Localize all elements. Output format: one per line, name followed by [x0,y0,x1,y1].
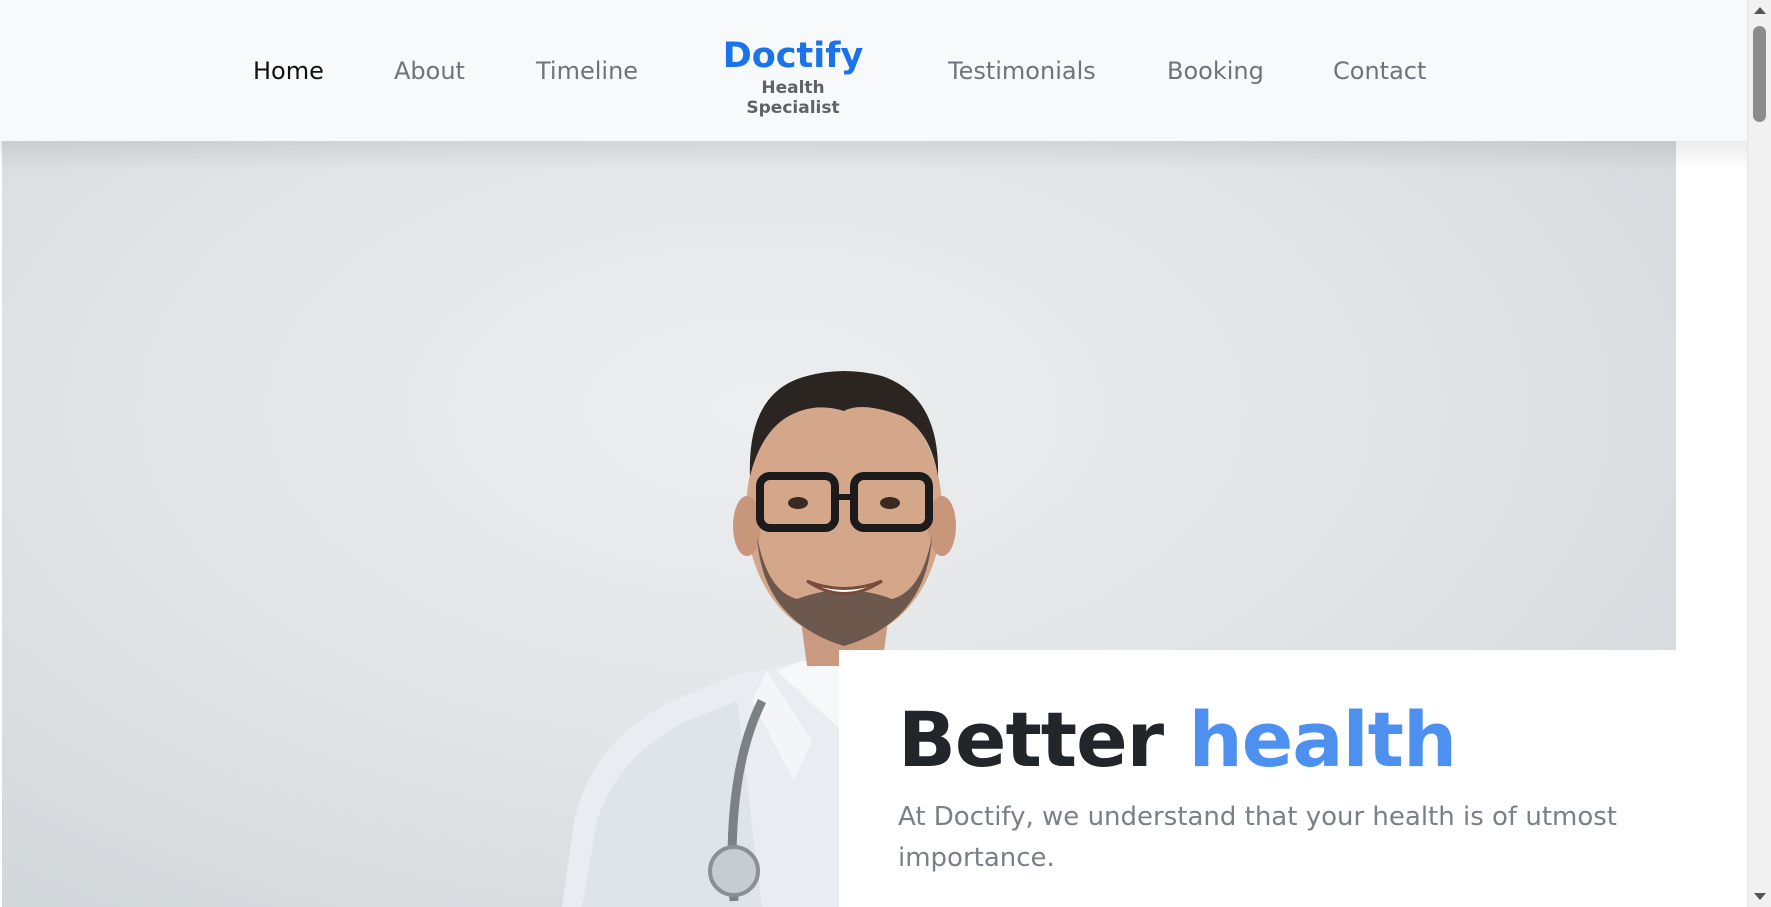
page-scrollbar[interactable] [1747,0,1771,907]
site-header: Home About Timeline Doctify Health Speci… [0,0,1747,141]
header-shadow [0,141,1747,171]
hero-title: Better health [898,695,1457,784]
hero-card: Better health At Doctify, we understand … [839,650,1676,907]
brand-tagline: Health Specialist [746,78,840,118]
hero-section: Better health At Doctify, we understand … [2,141,1676,907]
nav-about[interactable]: About [394,55,465,87]
hero-title-accent: health [1188,695,1457,784]
nav-booking[interactable]: Booking [1167,55,1264,87]
nav-timeline[interactable]: Timeline [536,55,638,87]
hero-title-main: Better [898,695,1164,784]
scroll-down-icon[interactable] [1754,893,1766,900]
brand-logo[interactable]: Doctify Health Specialist [713,34,873,118]
brand-name: Doctify [722,36,864,76]
scroll-up-icon[interactable] [1754,7,1766,14]
nav-contact[interactable]: Contact [1333,55,1426,87]
nav-home[interactable]: Home [253,55,324,87]
nav-testimonials[interactable]: Testimonials [948,55,1096,87]
scroll-thumb[interactable] [1753,26,1766,122]
hero-subtitle: At Doctify, we understand that your heal… [898,802,1617,873]
